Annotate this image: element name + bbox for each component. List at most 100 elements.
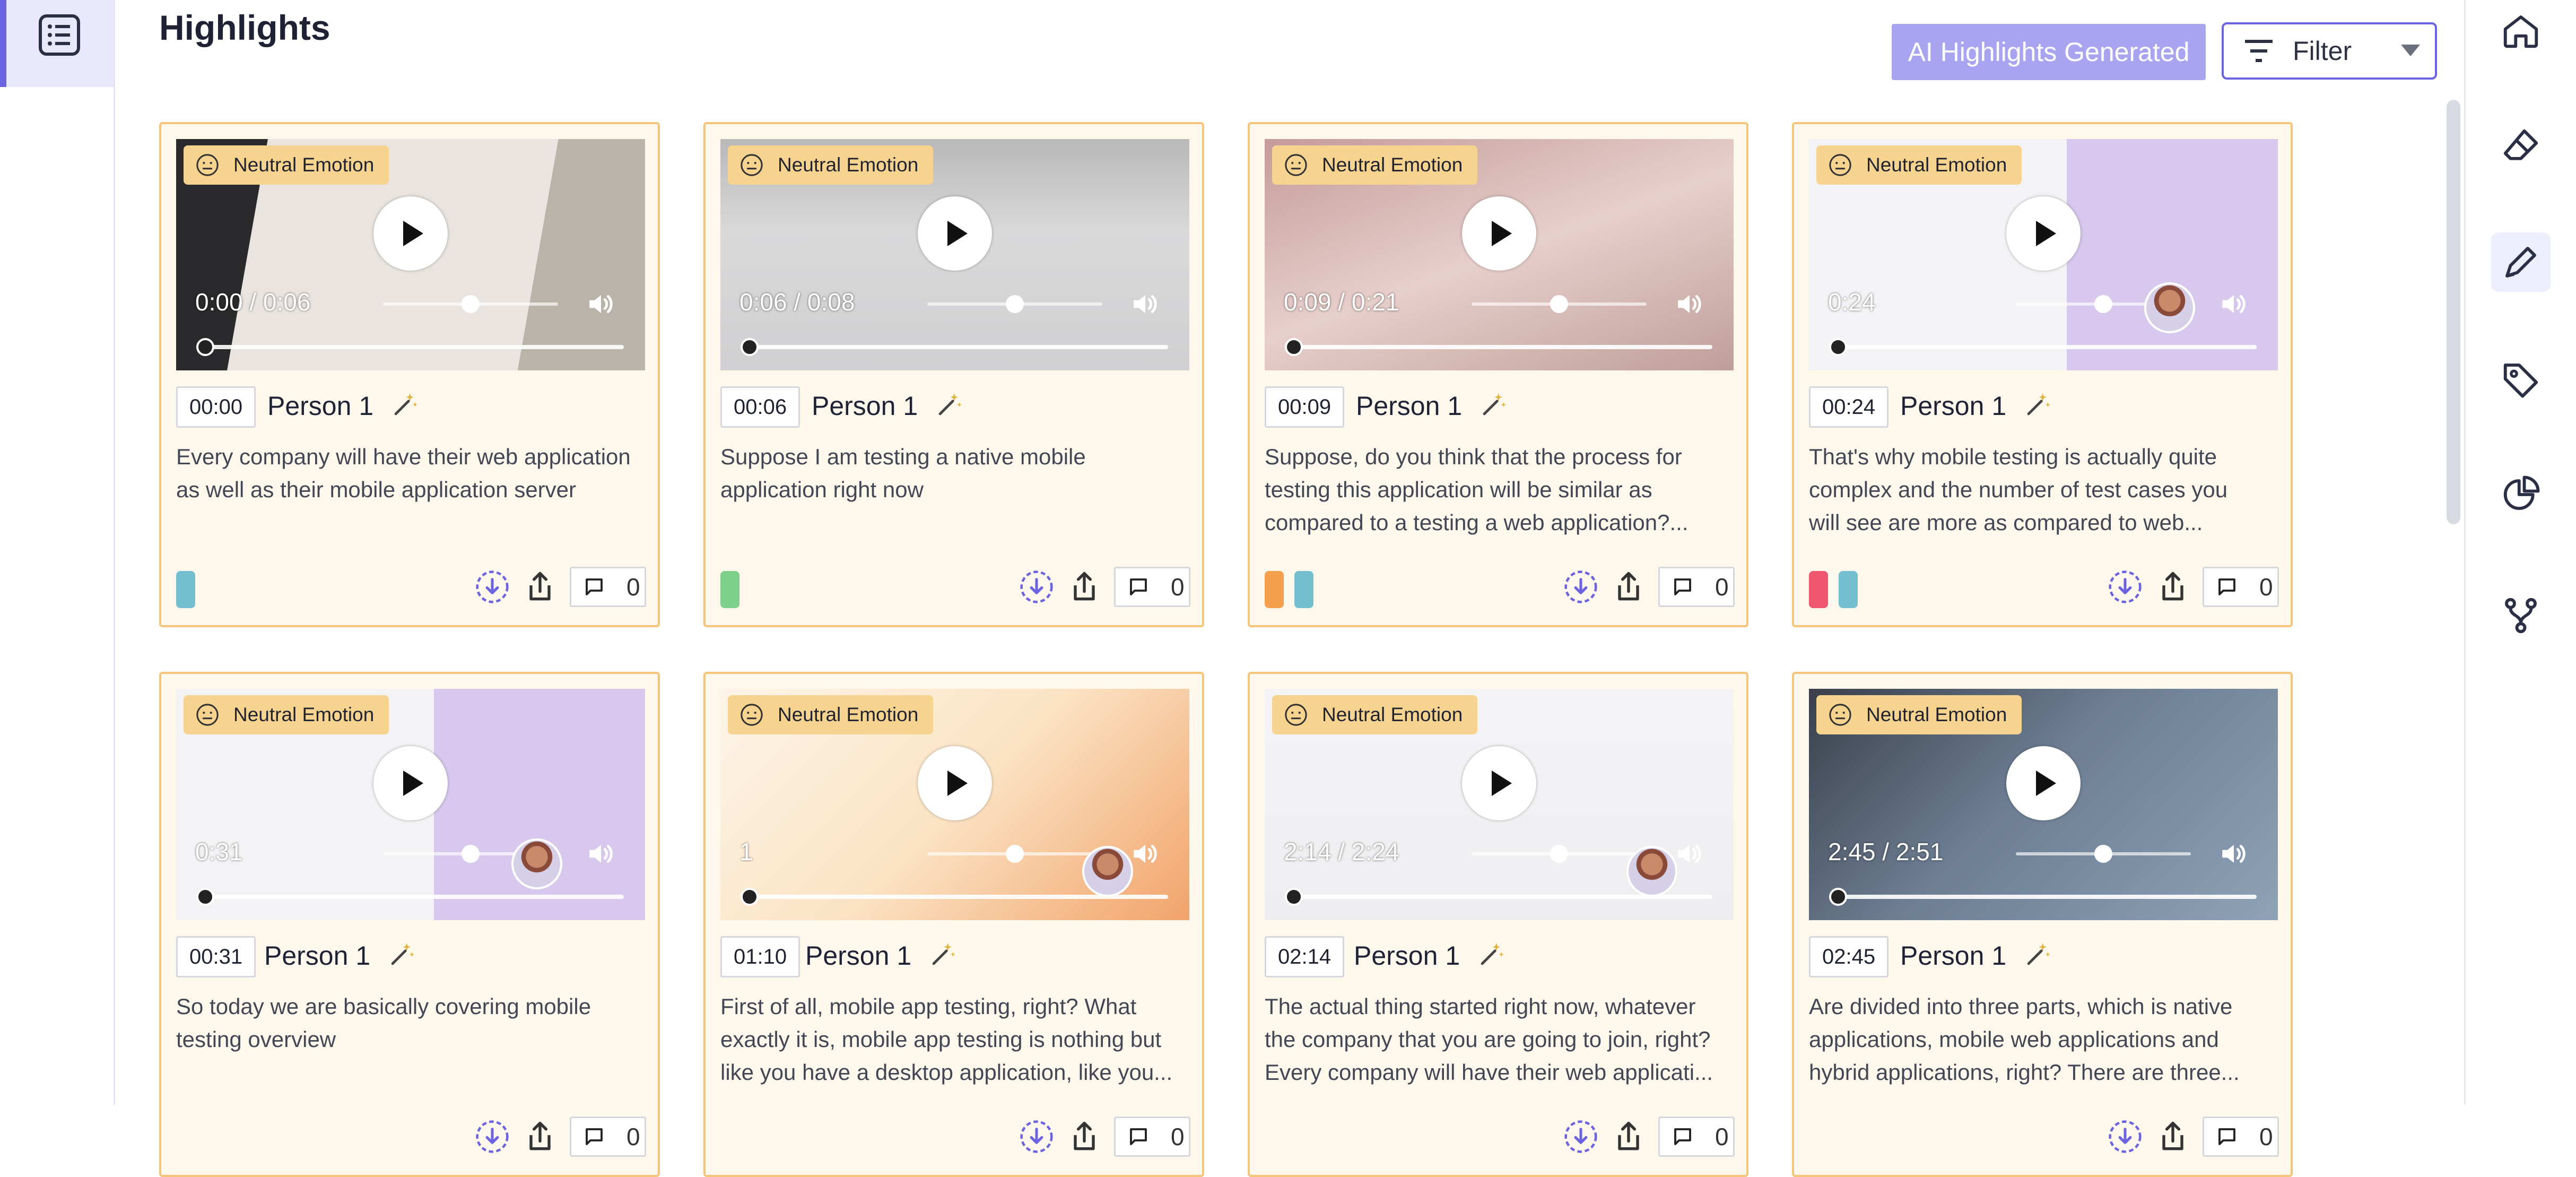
eraser-button[interactable] bbox=[2491, 117, 2551, 176]
share-icon[interactable] bbox=[1066, 569, 1102, 605]
tag-chip-red[interactable] bbox=[1809, 571, 1828, 608]
comment-button[interactable]: 0 bbox=[570, 1117, 646, 1157]
volume-slider[interactable] bbox=[927, 295, 1102, 313]
play-button[interactable] bbox=[2006, 746, 2081, 820]
share-icon[interactable] bbox=[522, 1119, 558, 1155]
play-button[interactable] bbox=[373, 746, 448, 820]
tag-chip-blue[interactable] bbox=[1839, 571, 1858, 608]
play-button[interactable] bbox=[918, 196, 992, 271]
highlights-tab[interactable] bbox=[0, 0, 114, 87]
share-icon[interactable] bbox=[522, 569, 558, 605]
play-button[interactable] bbox=[2006, 196, 2081, 271]
share-icon[interactable] bbox=[1611, 569, 1647, 605]
volume-slider[interactable] bbox=[1472, 295, 1647, 313]
comment-button[interactable]: 0 bbox=[2203, 567, 2279, 607]
play-button[interactable] bbox=[918, 746, 992, 820]
comment-button[interactable]: 0 bbox=[1658, 1117, 1735, 1157]
volume-slider-knob[interactable] bbox=[1006, 845, 1024, 863]
volume-slider-knob[interactable] bbox=[1550, 295, 1568, 313]
seek-bar-knob[interactable] bbox=[1285, 338, 1303, 356]
play-button[interactable] bbox=[373, 196, 448, 271]
download-icon[interactable] bbox=[1563, 569, 1599, 605]
home-button[interactable] bbox=[2491, 1, 2551, 60]
seek-bar-knob[interactable] bbox=[196, 888, 214, 906]
volume-slider[interactable] bbox=[1472, 845, 1647, 863]
video-player[interactable]: Neutral Emotion 1 bbox=[720, 689, 1189, 920]
volume-slider[interactable] bbox=[383, 295, 558, 313]
scrollbar[interactable] bbox=[2447, 100, 2460, 524]
video-player[interactable]: Neutral Emotion 0:24 bbox=[1809, 139, 2278, 370]
magic-wand-icon[interactable] bbox=[2022, 939, 2053, 970]
video-player[interactable]: Neutral Emotion 0:31 bbox=[176, 689, 645, 920]
comment-button[interactable]: 0 bbox=[1114, 567, 1190, 607]
timestamp-box[interactable]: 00:24 bbox=[1809, 386, 1889, 428]
seek-bar-knob[interactable] bbox=[1285, 888, 1303, 906]
comment-button[interactable]: 0 bbox=[1658, 567, 1735, 607]
video-player[interactable]: Neutral Emotion 2:14 / 2:24 bbox=[1265, 689, 1734, 920]
volume-slider-knob[interactable] bbox=[1550, 845, 1568, 863]
video-player[interactable]: Neutral Emotion 2:45 / 2:51 bbox=[1809, 689, 2278, 920]
timestamp-box[interactable]: 02:45 bbox=[1809, 936, 1889, 977]
volume-slider-knob[interactable] bbox=[1006, 295, 1024, 313]
magic-wand-icon[interactable] bbox=[389, 390, 420, 420]
highlight-card[interactable]: Neutral Emotion 0:06 / 0:08 00:06 Person 1 S… bbox=[703, 122, 1204, 627]
volume-slider-knob[interactable] bbox=[2094, 295, 2112, 313]
volume-icon[interactable] bbox=[1672, 289, 1707, 319]
timestamp-box[interactable]: 00:31 bbox=[176, 936, 256, 977]
play-button[interactable] bbox=[1462, 196, 1536, 271]
timestamp-box[interactable]: 00:06 bbox=[720, 386, 800, 428]
integrations-button[interactable] bbox=[2491, 586, 2551, 645]
play-button[interactable] bbox=[1462, 746, 1536, 820]
video-player[interactable]: Neutral Emotion 0:06 / 0:08 bbox=[720, 139, 1189, 370]
download-icon[interactable] bbox=[1019, 569, 1055, 605]
highlight-card[interactable]: Neutral Emotion 0:00 / 0:06 00:00 Person 1 E… bbox=[159, 122, 660, 627]
highlighter-button[interactable] bbox=[2491, 232, 2551, 292]
highlight-card[interactable]: Neutral Emotion 0:24 00:24 Person 1 That's w… bbox=[1792, 122, 2293, 627]
volume-icon[interactable] bbox=[1128, 838, 1163, 869]
highlight-card[interactable]: Neutral Emotion 2:14 / 2:24 02:14 Person 1 T… bbox=[1248, 672, 1748, 1177]
magic-wand-icon[interactable] bbox=[1478, 390, 1509, 420]
seek-bar[interactable] bbox=[1829, 338, 2257, 356]
tag-chip-orange[interactable] bbox=[1265, 571, 1284, 608]
analytics-button[interactable] bbox=[2491, 465, 2551, 524]
volume-icon[interactable] bbox=[2216, 289, 2251, 319]
magic-wand-icon[interactable] bbox=[386, 939, 417, 970]
tags-button[interactable] bbox=[2491, 349, 2551, 409]
highlight-card[interactable]: Neutral Emotion 0:31 00:31 Person 1 So today… bbox=[159, 672, 660, 1177]
seek-bar-knob[interactable] bbox=[741, 338, 759, 356]
seek-bar-knob[interactable] bbox=[1829, 888, 1847, 906]
timestamp-box[interactable]: 01:10 bbox=[720, 936, 800, 977]
share-icon[interactable] bbox=[1066, 1119, 1102, 1155]
download-icon[interactable] bbox=[2107, 569, 2143, 605]
seek-bar[interactable] bbox=[1285, 338, 1712, 356]
share-icon[interactable] bbox=[1611, 1119, 1647, 1155]
download-icon[interactable] bbox=[1563, 1119, 1599, 1155]
download-icon[interactable] bbox=[474, 569, 510, 605]
tag-chip-green[interactable] bbox=[720, 571, 739, 608]
volume-slider[interactable] bbox=[927, 845, 1102, 863]
volume-icon[interactable] bbox=[2216, 838, 2251, 869]
magic-wand-icon[interactable] bbox=[927, 939, 958, 970]
volume-icon[interactable] bbox=[584, 289, 619, 319]
volume-icon[interactable] bbox=[584, 838, 619, 869]
timestamp-box[interactable]: 00:00 bbox=[176, 386, 256, 428]
comment-button[interactable]: 0 bbox=[2203, 1117, 2279, 1157]
comment-button[interactable]: 0 bbox=[1114, 1117, 1190, 1157]
seek-bar-knob[interactable] bbox=[1829, 338, 1847, 356]
video-player[interactable]: Neutral Emotion 0:09 / 0:21 bbox=[1265, 139, 1734, 370]
seek-bar[interactable] bbox=[1829, 888, 2257, 906]
magic-wand-icon[interactable] bbox=[934, 390, 964, 420]
tag-chip-blue[interactable] bbox=[176, 571, 195, 608]
tag-chip-blue[interactable] bbox=[1294, 571, 1313, 608]
volume-slider-knob[interactable] bbox=[2094, 845, 2112, 863]
seek-bar-knob[interactable] bbox=[741, 888, 759, 906]
highlight-card[interactable]: Neutral Emotion 0:09 / 0:21 00:09 Person 1 S… bbox=[1248, 122, 1748, 627]
highlight-card[interactable]: Neutral Emotion 1 01:10 Person 1 First of al… bbox=[703, 672, 1204, 1177]
video-player[interactable]: Neutral Emotion 0:00 / 0:06 bbox=[176, 139, 645, 370]
download-icon[interactable] bbox=[2107, 1119, 2143, 1155]
volume-slider-knob[interactable] bbox=[462, 295, 480, 313]
volume-slider[interactable] bbox=[2016, 845, 2191, 863]
volume-icon[interactable] bbox=[1672, 838, 1707, 869]
seek-bar[interactable] bbox=[741, 338, 1168, 356]
volume-slider-knob[interactable] bbox=[462, 845, 480, 863]
